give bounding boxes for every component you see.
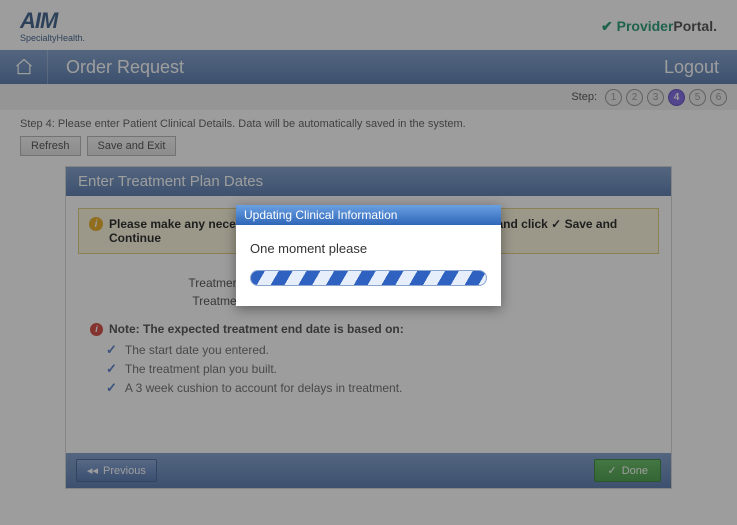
page-root: AIM SpecialtyHealth. ✔ ProviderPortal. O…	[0, 0, 737, 525]
modal-message: One moment please	[250, 241, 487, 256]
progress-bar	[250, 270, 487, 286]
modal-title: Updating Clinical Information	[236, 205, 501, 225]
modal-body: One moment please	[236, 225, 501, 306]
modal-overlay: Updating Clinical Information One moment…	[0, 0, 737, 525]
loading-modal: Updating Clinical Information One moment…	[236, 205, 501, 306]
